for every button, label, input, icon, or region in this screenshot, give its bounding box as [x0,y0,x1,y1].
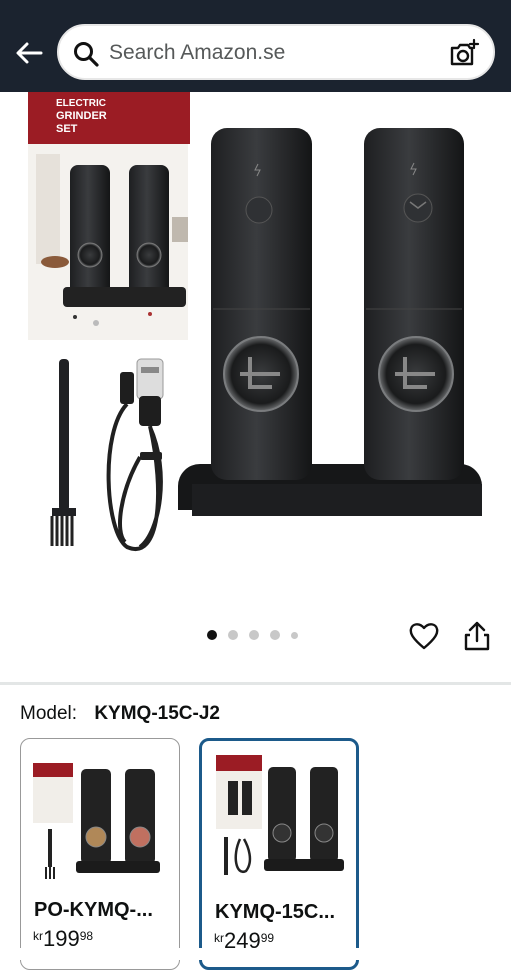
image-pagination-dots[interactable] [207,630,298,640]
section-divider [0,682,511,685]
retail-box-image: ELECTRIC GRINDER SET [28,92,190,340]
variant-name: KYMQ-15C... [215,901,336,923]
svg-text:SET: SET [56,123,78,135]
camera-search-icon[interactable] [448,38,480,70]
search-icon [74,42,99,67]
product-image-gallery[interactable]: ELECTRIC GRINDER SET [0,92,511,682]
grinder-set-image [178,128,482,516]
back-arrow-icon [16,42,43,64]
pagination-dot[interactable] [291,631,298,639]
cleaning-brush-image [50,359,76,546]
price-fraction: 99 [260,931,275,945]
variant-option[interactable]: PO-KYMQ-... kr19998 [20,738,180,970]
svg-text:ELECTRIC: ELECTRIC [56,98,106,109]
search-box[interactable] [57,24,495,80]
pagination-dot[interactable] [249,630,259,640]
heart-icon[interactable] [408,620,440,652]
top-bar [0,0,511,92]
variant-option-selected[interactable]: KYMQ-15C... kr24999 [199,738,359,970]
svg-text:GRINDER: GRINDER [56,110,107,122]
pagination-dot[interactable] [228,630,238,640]
share-icon[interactable] [462,620,492,652]
price-fraction: 98 [79,929,94,943]
back-button[interactable] [12,36,46,70]
product-image: ELECTRIC GRINDER SET [28,92,482,551]
model-label: Model: [20,703,78,724]
bottom-edge [0,948,511,960]
variant-name: PO-KYMQ-... [34,899,153,921]
search-input[interactable] [109,36,429,70]
pagination-dot-active[interactable] [207,630,217,640]
price-currency: kr [33,929,43,943]
pagination-dot[interactable] [270,630,280,640]
variant-thumbnail [33,763,160,879]
model-value: KYMQ-15C-J2 [94,703,220,724]
variant-thumbnail [216,755,344,875]
price-currency: kr [214,931,224,945]
model-selector-label: Model: KYMQ-15C-J2 [20,703,220,725]
usb-cable-image [106,358,164,551]
